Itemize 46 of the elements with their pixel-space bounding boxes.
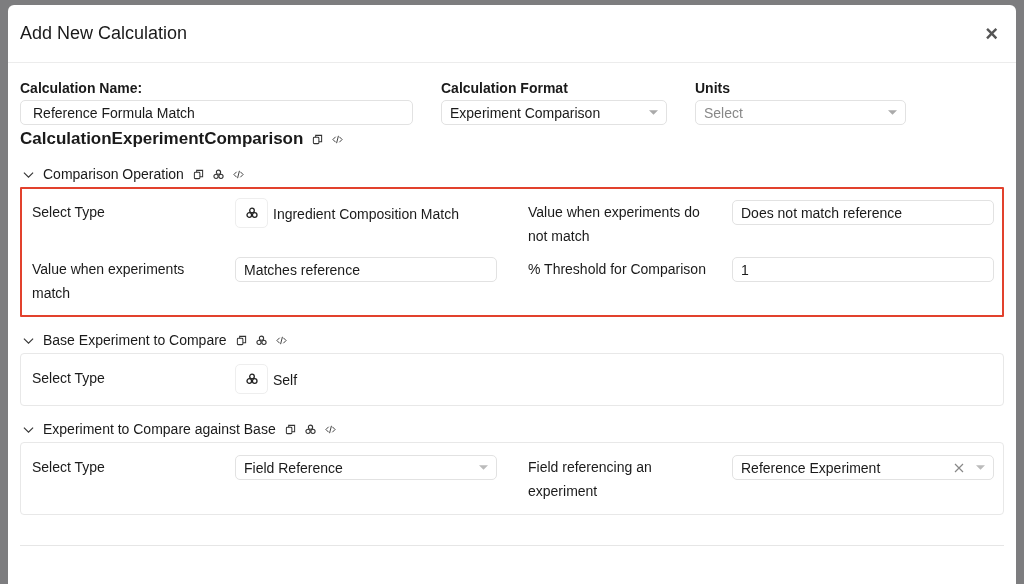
cluster-icon <box>245 373 258 385</box>
class-name: CalculationExperimentComparison <box>20 129 304 149</box>
field-label: Calculation Format <box>441 79 569 97</box>
type-button[interactable] <box>235 364 268 394</box>
type-button[interactable] <box>235 198 268 228</box>
dialog-title: Add New Calculation <box>20 23 188 44</box>
field-label: Field referencing an experiment <box>528 458 653 501</box>
code-icon[interactable] <box>275 334 287 346</box>
field-label: % Threshold for Comparison <box>528 260 706 279</box>
caret-icon <box>976 464 985 471</box>
select-field[interactable]: Experiment Comparison <box>441 100 667 125</box>
caret-icon <box>479 464 488 471</box>
select-field[interactable]: Field Reference <box>235 455 497 480</box>
cluster-icon[interactable] <box>255 334 267 346</box>
caret-icon <box>649 109 658 116</box>
field-label: Select Type <box>32 369 105 388</box>
text-field[interactable]: 1 <box>732 257 994 282</box>
type-value: Ingredient Composition Match <box>273 206 459 222</box>
section-title: Base Experiment to Compare <box>43 332 227 348</box>
copy-icon[interactable] <box>192 168 204 180</box>
field-label: Calculation Name: <box>20 79 144 97</box>
cluster-icon[interactable] <box>212 168 224 180</box>
section-title: Comparison Operation <box>43 166 184 182</box>
copy-icon[interactable] <box>312 133 324 145</box>
code-icon[interactable] <box>332 133 344 145</box>
select-field[interactable]: Reference Experiment <box>732 455 994 480</box>
cluster-icon <box>245 207 258 219</box>
code-icon[interactable] <box>232 168 244 180</box>
field-label: Select Type <box>32 203 105 222</box>
close-button[interactable]: × <box>981 22 1002 45</box>
select-field[interactable]: Select <box>695 100 906 125</box>
caret-icon <box>888 109 897 116</box>
copy-icon[interactable] <box>235 334 247 346</box>
field-label: Value when experiments match <box>32 260 186 303</box>
cluster-icon[interactable] <box>304 423 316 435</box>
copy-icon[interactable] <box>284 423 296 435</box>
text-field[interactable]: Does not match reference <box>732 200 994 225</box>
field-label: Select Type <box>32 458 105 477</box>
code-icon[interactable] <box>324 423 336 435</box>
text-field[interactable]: Matches reference <box>235 257 497 282</box>
section-title: Experiment to Compare against Base <box>43 421 276 437</box>
field-label: Units <box>695 79 731 97</box>
field-label: Value when experiments do not match <box>528 203 701 246</box>
type-value: Self <box>273 372 298 388</box>
clear-icon[interactable] <box>954 462 964 473</box>
text-field[interactable]: Reference Formula Match <box>20 100 413 125</box>
